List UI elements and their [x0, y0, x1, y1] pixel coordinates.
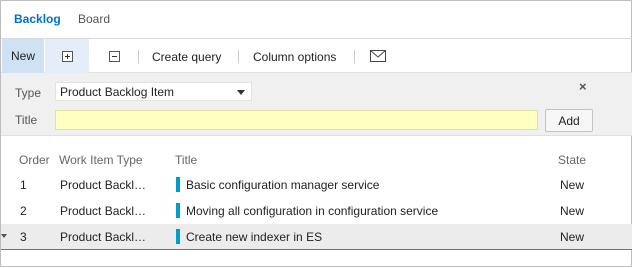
column-header-work-item-type[interactable]: Work Item Type [59, 153, 143, 167]
row-order: 2 [20, 204, 27, 218]
table-row[interactable]: 2 Product Backlog Item Moving all config… [1, 198, 632, 224]
toolbar-divider [238, 50, 239, 63]
work-item-color-bar [176, 203, 180, 218]
type-label: Type [15, 86, 42, 100]
column-header-title[interactable]: Title [175, 153, 197, 167]
row-state: New [560, 230, 585, 244]
title-input[interactable] [55, 110, 538, 130]
row-title[interactable]: Create new indexer in ES [186, 230, 322, 244]
row-title[interactable]: Basic configuration manager service [186, 178, 379, 192]
tab-backlog[interactable]: Backlog [14, 12, 61, 26]
row-order: 1 [20, 178, 27, 192]
work-item-color-bar [176, 177, 180, 192]
create-query-button[interactable]: Create query [152, 50, 221, 64]
row-title[interactable]: Moving all configuration in configuratio… [186, 204, 438, 218]
column-options-button[interactable]: Column options [253, 50, 336, 64]
view-tabs: Backlog Board [1, 1, 632, 39]
mail-icon[interactable] [370, 50, 386, 62]
work-item-color-bar [176, 229, 180, 244]
new-button[interactable]: New [2, 39, 44, 73]
row-work-item-type: Product Backlog Item [60, 230, 152, 244]
new-button-label: New [10, 49, 35, 63]
toolbar-divider [354, 50, 355, 63]
add-work-item-panel: Type Product Backlog Item × Title Add [1, 73, 632, 136]
row-work-item-type: Product Backlog Item [60, 178, 152, 192]
collapse-all-icon [108, 50, 120, 62]
tab-board[interactable]: Board [78, 12, 110, 26]
row-state: New [560, 178, 585, 192]
backlog-toolbar: New Create query Column options [1, 39, 632, 73]
row-work-item-type: Product Backlog Item [60, 204, 152, 218]
column-header-order[interactable]: Order [19, 153, 50, 167]
collapse-all-button[interactable] [101, 39, 127, 73]
column-header-state[interactable]: State [558, 153, 586, 167]
grid-header: Order Work Item Type Title State [1, 151, 632, 171]
backlog-window: Backlog Board New Create query Column op… [0, 0, 632, 267]
row-state: New [560, 204, 585, 218]
table-row[interactable]: 1 Product Backlog Item Basic configurati… [1, 172, 632, 198]
expand-all-icon [61, 50, 73, 62]
expand-all-button[interactable] [45, 39, 89, 73]
table-row-selected[interactable]: 3 Product Backlog Item Create new indexe… [1, 224, 632, 250]
close-icon[interactable]: × [579, 80, 587, 93]
title-label: Title [15, 113, 38, 127]
type-select-value: Product Backlog Item [60, 85, 175, 99]
row-caret-icon [1, 234, 7, 238]
add-button[interactable]: Add [545, 109, 593, 132]
row-order: 3 [20, 230, 27, 244]
toolbar-divider [138, 50, 139, 63]
type-select[interactable]: Product Backlog Item [55, 82, 252, 101]
dropdown-arrow-icon [237, 90, 245, 95]
